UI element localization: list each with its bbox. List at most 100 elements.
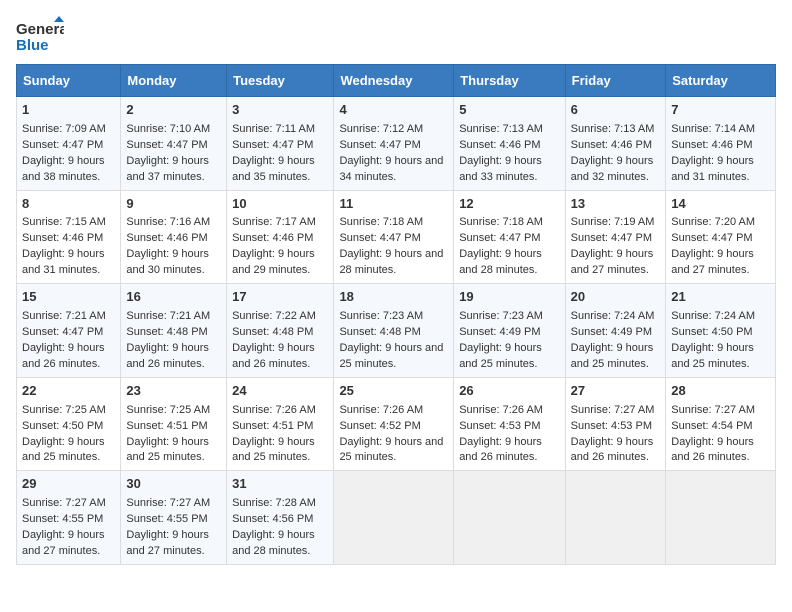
header-row: SundayMondayTuesdayWednesdayThursdayFrid… <box>17 65 776 97</box>
sunset: Sunset: 4:47 PM <box>339 139 420 151</box>
sunset: Sunset: 4:53 PM <box>571 420 652 432</box>
col-header-tuesday: Tuesday <box>227 65 334 97</box>
sunset: Sunset: 4:48 PM <box>339 326 420 338</box>
daylight: Daylight: 9 hours and 31 minutes. <box>22 248 105 276</box>
sunset: Sunset: 4:56 PM <box>232 513 313 525</box>
sunset: Sunset: 4:47 PM <box>126 139 207 151</box>
sunset: Sunset: 4:50 PM <box>22 420 103 432</box>
daylight: Daylight: 9 hours and 26 minutes. <box>126 342 209 370</box>
col-header-thursday: Thursday <box>454 65 565 97</box>
week-row-3: 15 Sunrise: 7:21 AM Sunset: 4:47 PM Dayligh… <box>17 284 776 378</box>
daylight: Daylight: 9 hours and 30 minutes. <box>126 248 209 276</box>
week-row-5: 29Sunrise: 7:27 AMSunset: 4:55 PMDayligh… <box>17 471 776 565</box>
day-cell: 15 Sunrise: 7:21 AM Sunset: 4:47 PM Dayligh… <box>17 284 121 378</box>
day-cell: 24 Sunrise: 7:26 AM Sunset: 4:51 PM Dayligh… <box>227 377 334 471</box>
sunrise: Sunrise: 7:26 AM <box>339 404 423 416</box>
daylight: Daylight: 9 hours and 26 minutes. <box>571 436 654 464</box>
sunset: Sunset: 4:54 PM <box>671 420 752 432</box>
sunset: Sunset: 4:52 PM <box>339 420 420 432</box>
day-cell: 23Sunrise: 7:25 AMSunset: 4:51 PMDayligh… <box>121 377 227 471</box>
daylight: Daylight: 9 hours and 25 minutes. <box>232 436 315 464</box>
sunrise: Sunrise: 7:09 AM <box>22 123 106 135</box>
day-number: 22 <box>22 382 115 401</box>
day-number: 8 <box>22 195 115 214</box>
daylight: Daylight: 9 hours and 27 minutes. <box>126 529 209 557</box>
day-cell: 7Sunrise: 7:14 AMSunset: 4:46 PMDaylight… <box>666 97 776 191</box>
day-cell: 11Sunrise: 7:18 AMSunset: 4:47 PMDayligh… <box>334 190 454 284</box>
daylight: Daylight: 9 hours and 26 minutes. <box>459 436 542 464</box>
daylight: Daylight: 9 hours and 25 minutes. <box>339 342 443 370</box>
day-cell <box>666 471 776 565</box>
sunset: Sunset: 4:51 PM <box>232 420 313 432</box>
day-number: 19 <box>459 288 559 307</box>
sunrise: Sunrise: 7:18 AM <box>339 216 423 228</box>
daylight: Daylight: 9 hours and 28 minutes. <box>232 529 315 557</box>
day-number: 21 <box>671 288 770 307</box>
sunrise: Sunrise: 7:26 AM <box>459 404 543 416</box>
sunrise: Sunrise: 7:21 AM <box>126 310 210 322</box>
week-row-4: 22Sunrise: 7:25 AMSunset: 4:50 PMDayligh… <box>17 377 776 471</box>
sunrise: Sunrise: 7:17 AM <box>232 216 316 228</box>
day-number: 12 <box>459 195 559 214</box>
day-number: 17 <box>232 288 328 307</box>
sunrise: Sunrise: 7:18 AM <box>459 216 543 228</box>
sunrise: Sunrise: 7:13 AM <box>571 123 655 135</box>
daylight: Daylight: 9 hours and 35 minutes. <box>232 155 315 183</box>
day-number: 5 <box>459 101 559 120</box>
daylight: Daylight: 9 hours and 37 minutes. <box>126 155 209 183</box>
week-row-1: 1Sunrise: 7:09 AMSunset: 4:47 PMDaylight… <box>17 97 776 191</box>
day-cell: 2Sunrise: 7:10 AMSunset: 4:47 PMDaylight… <box>121 97 227 191</box>
daylight: Daylight: 9 hours and 28 minutes. <box>459 248 542 276</box>
daylight: Daylight: 9 hours and 26 minutes. <box>22 342 105 370</box>
day-cell: 18 Sunrise: 7:23 AM Sunset: 4:48 PM Dayligh… <box>334 284 454 378</box>
sunset: Sunset: 4:49 PM <box>571 326 652 338</box>
col-header-sunday: Sunday <box>17 65 121 97</box>
sunset: Sunset: 4:47 PM <box>22 326 103 338</box>
day-cell: 8Sunrise: 7:15 AMSunset: 4:46 PMDaylight… <box>17 190 121 284</box>
sunset: Sunset: 4:47 PM <box>22 139 103 151</box>
day-number: 23 <box>126 382 221 401</box>
sunset: Sunset: 4:47 PM <box>671 232 752 244</box>
sunrise: Sunrise: 7:14 AM <box>671 123 755 135</box>
day-cell: 14Sunrise: 7:20 AMSunset: 4:47 PMDayligh… <box>666 190 776 284</box>
day-number: 15 <box>22 288 115 307</box>
daylight: Daylight: 9 hours and 34 minutes. <box>339 155 443 183</box>
sunset: Sunset: 4:46 PM <box>126 232 207 244</box>
day-number: 10 <box>232 195 328 214</box>
day-cell: 3Sunrise: 7:11 AMSunset: 4:47 PMDaylight… <box>227 97 334 191</box>
day-cell: 31Sunrise: 7:28 AMSunset: 4:56 PMDayligh… <box>227 471 334 565</box>
day-cell: 30Sunrise: 7:27 AMSunset: 4:55 PMDayligh… <box>121 471 227 565</box>
daylight: Daylight: 9 hours and 38 minutes. <box>22 155 105 183</box>
sunrise: Sunrise: 7:24 AM <box>671 310 755 322</box>
day-cell: 16Sunrise: 7:21 AMSunset: 4:48 PMDayligh… <box>121 284 227 378</box>
daylight: Daylight: 9 hours and 27 minutes. <box>22 529 105 557</box>
day-number: 24 <box>232 382 328 401</box>
day-number: 20 <box>571 288 661 307</box>
col-header-wednesday: Wednesday <box>334 65 454 97</box>
day-cell: 28Sunrise: 7:27 AMSunset: 4:54 PMDayligh… <box>666 377 776 471</box>
page-header: General Blue <box>16 16 776 54</box>
day-cell: 6Sunrise: 7:13 AMSunset: 4:46 PMDaylight… <box>565 97 666 191</box>
sunrise: Sunrise: 7:23 AM <box>339 310 423 322</box>
day-number: 3 <box>232 101 328 120</box>
sunset: Sunset: 4:55 PM <box>22 513 103 525</box>
day-number: 2 <box>126 101 221 120</box>
daylight: Daylight: 9 hours and 32 minutes. <box>571 155 654 183</box>
day-cell: 12 Sunrise: 7:18 AM Sunset: 4:47 PM Dayligh… <box>454 190 565 284</box>
day-cell: 26Sunrise: 7:26 AMSunset: 4:53 PMDayligh… <box>454 377 565 471</box>
sunrise: Sunrise: 7:21 AM <box>22 310 106 322</box>
sunset: Sunset: 4:47 PM <box>459 232 540 244</box>
day-number: 13 <box>571 195 661 214</box>
day-number: 28 <box>671 382 770 401</box>
sunset: Sunset: 4:50 PM <box>671 326 752 338</box>
sunrise: Sunrise: 7:26 AM <box>232 404 316 416</box>
daylight: Daylight: 9 hours and 26 minutes. <box>232 342 315 370</box>
sunrise: Sunrise: 7:12 AM <box>339 123 423 135</box>
daylight: Daylight: 9 hours and 25 minutes. <box>339 436 443 464</box>
sunset: Sunset: 4:48 PM <box>126 326 207 338</box>
sunrise: Sunrise: 7:23 AM <box>459 310 543 322</box>
day-cell: 13Sunrise: 7:19 AMSunset: 4:47 PMDayligh… <box>565 190 666 284</box>
day-number: 4 <box>339 101 448 120</box>
day-number: 18 <box>339 288 448 307</box>
day-cell: 20Sunrise: 7:24 AMSunset: 4:49 PMDayligh… <box>565 284 666 378</box>
